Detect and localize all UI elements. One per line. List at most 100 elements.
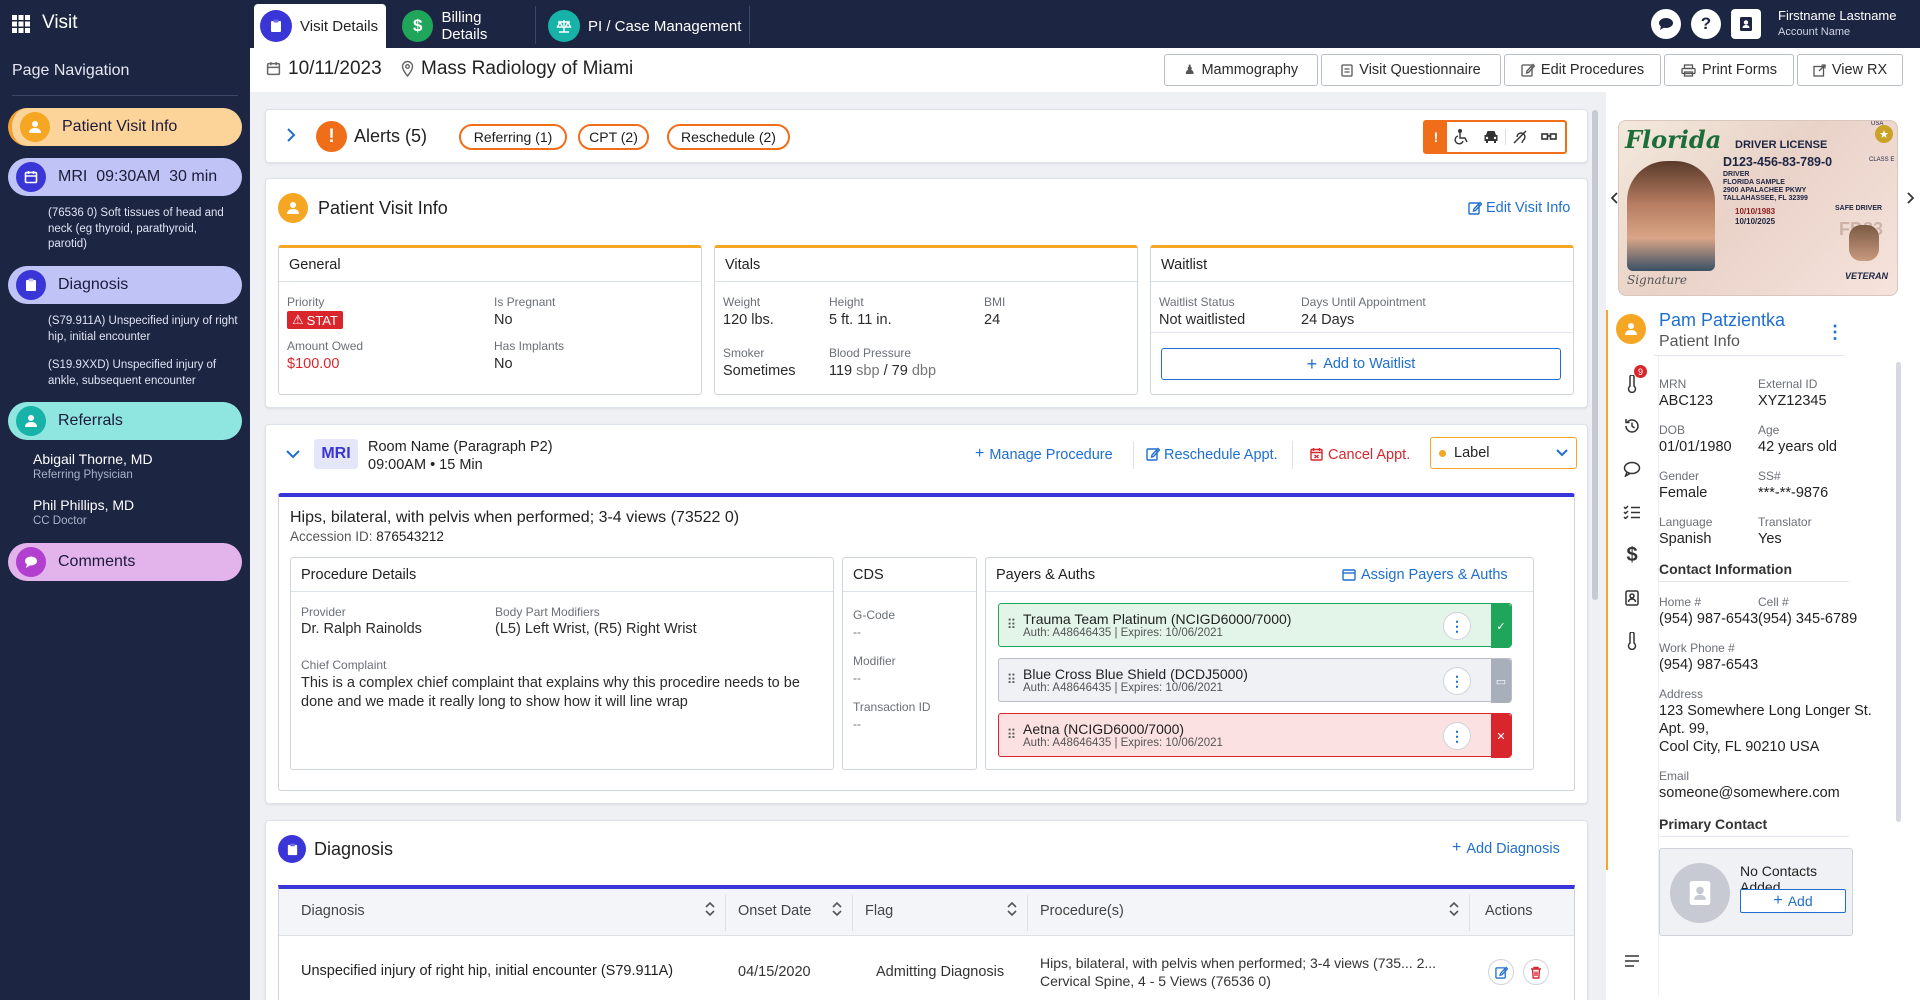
drivers-license-image[interactable]: Florida DRIVER LICENSE ★ USA D123-456-83… <box>1618 120 1898 296</box>
clipboard-icon <box>1341 63 1353 77</box>
scrollbar[interactable] <box>1592 110 1598 600</box>
add-contact-button[interactable]: + Add <box>1740 889 1846 913</box>
weight-value: 120 lbs. <box>723 312 774 328</box>
tab-pi-case-management[interactable]: PI / Case Management <box>542 4 742 48</box>
more-options-icon[interactable]: ⋮ <box>1826 322 1844 343</box>
user-name[interactable]: Firstname Lastname <box>1778 8 1897 23</box>
checklist-icon[interactable] <box>1618 498 1646 526</box>
column-header[interactable]: Procedure(s) <box>1040 903 1124 919</box>
table-cell-procedure: Hips, bilateral, with pelvis when perfor… <box>1040 955 1437 971</box>
patient-name[interactable]: Pam Patzientka <box>1659 310 1785 331</box>
drag-handle-icon[interactable]: ⠿ <box>999 672 1023 688</box>
edit-icon <box>1468 201 1482 215</box>
wheelchair-icon[interactable] <box>1447 129 1476 145</box>
reschedule-link[interactable]: Reschedule Appt. <box>1146 447 1278 463</box>
payer-item[interactable]: ⠿ Trauma Team Platinum (NCIGD6000/7000) A… <box>998 603 1512 648</box>
scrollbar[interactable] <box>1896 362 1901 822</box>
nav-mri[interactable]: MRI 09:30AM 30 min <box>8 158 242 196</box>
chevron-right-icon[interactable] <box>286 128 296 142</box>
exclamation-icon[interactable]: ! <box>1425 122 1447 152</box>
id-card-icon[interactable] <box>1618 584 1646 612</box>
help-icon[interactable]: ? <box>1691 9 1721 39</box>
edit-visit-info-link[interactable]: Edit Visit Info <box>1468 200 1570 216</box>
alerts-card: ! Alerts (5) Referring (1) CPT (2) Resch… <box>265 109 1588 163</box>
nav-diagnosis[interactable]: Diagnosis <box>8 266 242 304</box>
drag-handle-icon[interactable]: ⠿ <box>999 727 1023 743</box>
column-header[interactable]: Diagnosis <box>301 903 365 919</box>
edit-procedures-button[interactable]: Edit Procedures <box>1504 54 1661 86</box>
chevron-right-icon[interactable] <box>1906 192 1914 204</box>
email-value[interactable]: someone@somewhere.com <box>1659 785 1840 801</box>
sort-icon[interactable] <box>705 901 715 917</box>
visit-questionnaire-button[interactable]: Visit Questionnaire <box>1321 54 1501 86</box>
referral-name[interactable]: Abigail Thorne, MD <box>33 451 153 467</box>
tab-billing-details[interactable]: $ Billing Details <box>396 4 530 48</box>
ssn-value: ***-**-9876 <box>1758 485 1829 501</box>
history-icon[interactable] <box>1618 412 1646 440</box>
gcode-label: G-Code <box>853 608 896 622</box>
external-id-value: XYZ12345 <box>1758 393 1827 409</box>
sort-icon[interactable] <box>832 901 842 917</box>
column-header[interactable]: Onset Date <box>738 903 811 919</box>
edit-icon <box>1146 447 1160 463</box>
print-forms-button[interactable]: Print Forms <box>1664 54 1794 86</box>
thermometer-icon[interactable] <box>1618 627 1646 655</box>
nav-comments[interactable]: Comments <box>8 543 242 581</box>
label-select[interactable]: Label <box>1430 437 1577 469</box>
referral-name[interactable]: Phil Phillips, MD <box>33 497 134 513</box>
chat-bubble-icon[interactable] <box>1618 455 1646 483</box>
priority-badge: ⚠ STAT <box>287 311 343 329</box>
mrn-value: ABC123 <box>1659 393 1714 409</box>
sort-icon[interactable] <box>1007 901 1017 917</box>
license-mini-photo <box>1849 225 1879 261</box>
apps-grid-icon[interactable] <box>12 15 30 33</box>
nav-referrals[interactable]: Referrals <box>8 402 242 440</box>
alert-pill-reschedule[interactable]: Reschedule (2) <box>667 124 790 150</box>
column-header[interactable]: Flag <box>865 903 893 919</box>
calendar-x-icon: ✕ <box>1491 714 1511 758</box>
cancel-appt-link[interactable]: Cancel Appt. <box>1310 447 1410 463</box>
hearing-icon[interactable] <box>1505 129 1534 145</box>
mammography-button[interactable]: ♟ Mammography <box>1164 54 1318 86</box>
procedure-body: Hips, bilateral, with pelvis when perfor… <box>278 493 1575 791</box>
person-icon[interactable] <box>1616 314 1646 344</box>
location-pin-icon <box>401 60 414 77</box>
edit-icon[interactable] <box>1488 959 1514 985</box>
procedure-card: MRI Room Name (Paragraph P2) 09:00AM • 1… <box>265 424 1588 804</box>
assign-payers-link[interactable]: Assign Payers & Auths <box>1342 567 1508 583</box>
glasses-icon[interactable] <box>1534 132 1563 142</box>
alert-pill-cpt[interactable]: CPT (2) <box>578 124 649 150</box>
section-title: Diagnosis <box>314 839 394 859</box>
account-name: Account Name <box>1778 26 1851 38</box>
cell-phone-value: (954) 345-6789 <box>1758 611 1858 627</box>
tab-visit-details[interactable]: Visit Details <box>254 4 386 48</box>
messages-icon[interactable] <box>1651 9 1681 39</box>
provider-value: Dr. Ralph Rainolds <box>301 621 422 637</box>
payer-item[interactable]: ⠿ Aetna (NCIGD6000/7000) Auth: A48646435 … <box>998 713 1512 758</box>
dollar-icon[interactable]: $ <box>1618 541 1646 569</box>
trash-icon[interactable] <box>1523 959 1549 985</box>
nav-patient-visit-info[interactable]: Patient Visit Info <box>8 108 242 146</box>
alert-pill-referring[interactable]: Referring (1) <box>459 124 567 150</box>
language-value: Spanish <box>1659 531 1712 547</box>
car-icon[interactable] <box>1476 130 1505 144</box>
manage-procedure-link[interactable]: + Manage Procedure <box>975 446 1113 464</box>
more-options-icon[interactable]: ⋮ <box>1443 722 1471 750</box>
view-rx-button[interactable]: View RX <box>1797 54 1903 86</box>
external-id-label: External ID <box>1758 377 1818 391</box>
alert-icon: ! <box>316 121 347 152</box>
account-card-icon[interactable] <box>1731 9 1761 39</box>
status-dot <box>1439 449 1446 457</box>
more-options-icon[interactable]: ⋮ <box>1443 667 1471 695</box>
more-options-icon[interactable]: ⋮ <box>1443 612 1471 640</box>
pregnant-label: Is Pregnant <box>494 295 556 309</box>
menu-lines-icon[interactable] <box>1618 947 1646 975</box>
height-label: Height <box>829 295 864 309</box>
add-diagnosis-link[interactable]: + Add Diagnosis <box>1452 840 1560 858</box>
chevron-down-icon[interactable] <box>286 449 300 459</box>
sort-icon[interactable] <box>1449 901 1459 917</box>
add-to-waitlist-button[interactable]: + Add to Waitlist <box>1161 348 1561 380</box>
scales-icon <box>548 10 580 42</box>
payer-item[interactable]: ⠿ Blue Cross Blue Shield (DCDJ5000) Auth:… <box>998 658 1512 703</box>
drag-handle-icon[interactable]: ⠿ <box>999 617 1023 633</box>
